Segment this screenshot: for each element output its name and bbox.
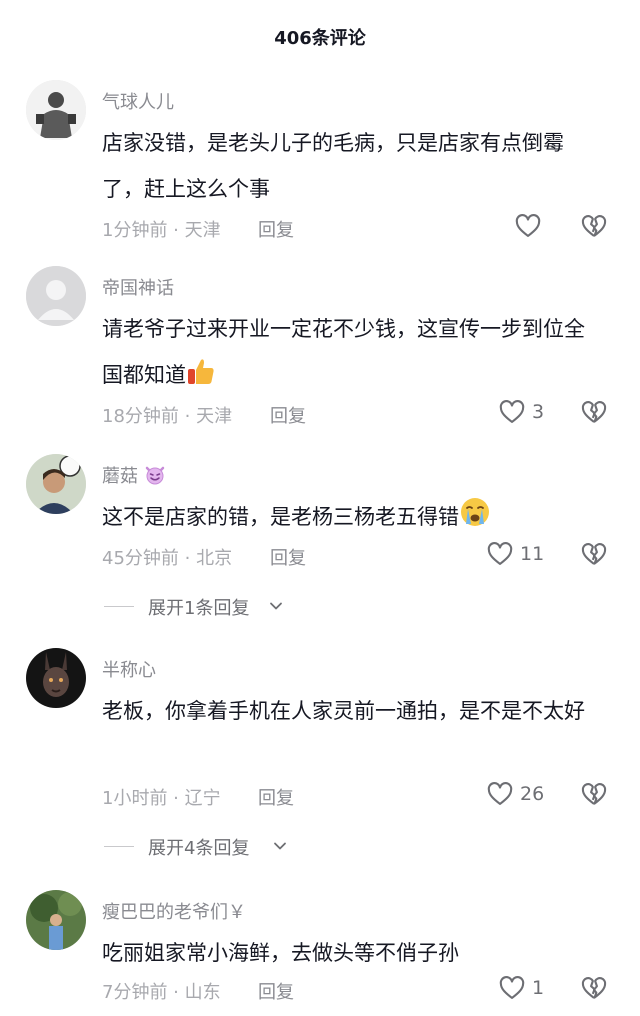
comment-item: 帝国神话 请老爷子过来开业一定花不少钱，这宣传一步到位全国都知道 18分钟前 ·…: [0, 266, 640, 436]
comment-meta: 45分钟前 · 北京: [102, 544, 232, 570]
comment-text: 这不是店家的错，是老杨三杨老五得错: [102, 494, 602, 544]
avatar[interactable]: [26, 890, 86, 950]
comment-item: 蘑菇 这不是店家的错，是老杨三杨老五得错 45分钟前 · 北京 回复 11 展开…: [0, 454, 640, 624]
avatar-image: [26, 454, 86, 514]
like-count: 3: [532, 401, 545, 423]
username[interactable]: 瘦巴巴的老爷们￥: [102, 898, 246, 924]
meta-separator: ·: [167, 788, 185, 809]
avatar-image: [26, 648, 86, 708]
like-button[interactable]: 11: [486, 540, 570, 570]
username[interactable]: 帝国神话: [102, 274, 174, 300]
comment-time: 45分钟前: [102, 548, 179, 569]
expand-replies-label: 展开4条回复: [148, 838, 250, 859]
heart-outline-icon: [487, 542, 513, 565]
like-count: 1: [532, 977, 545, 999]
heart-outline-icon: [499, 400, 525, 423]
expand-replies-label: 展开1条回复: [148, 598, 250, 619]
comment-location: 天津: [196, 406, 233, 427]
thumbs-up-emoji-icon: [186, 356, 216, 402]
broken-heart-icon: [581, 783, 607, 805]
expand-divider: [104, 606, 134, 607]
comment-text-body: 这不是店家的错，是老杨三杨老五得错: [102, 505, 459, 529]
like-count: 11: [520, 543, 545, 565]
comment-item: 气球人儿 店家没错，是老头儿子的毛病，只是店家有点倒霉了，赶上这么个事 1分钟前…: [0, 80, 640, 250]
expand-replies-button[interactable]: 展开1条回复: [104, 592, 364, 622]
like-button[interactable]: 3: [498, 398, 570, 428]
username[interactable]: 气球人儿: [102, 88, 174, 114]
comment-time: 18分钟前: [102, 406, 179, 427]
avatar-image: [26, 890, 86, 950]
dislike-button[interactable]: [580, 974, 610, 1004]
heart-outline-icon: [499, 976, 525, 999]
comment-meta: 7分钟前 · 山东: [102, 978, 221, 1004]
comments-count-title: 406条评论: [274, 28, 366, 49]
dislike-button[interactable]: [580, 540, 610, 570]
comment-location: 辽宁: [184, 788, 221, 809]
like-count: 26: [520, 783, 545, 805]
reply-button[interactable]: 回复: [258, 784, 294, 810]
comment-time: 1分钟前: [102, 220, 168, 241]
meta-separator: ·: [178, 406, 197, 427]
avatar[interactable]: [26, 80, 86, 140]
comment-text: 店家没错，是老头儿子的毛病，只是店家有点倒霉了，赶上这么个事: [102, 131, 564, 201]
expand-divider: [104, 846, 134, 847]
crying-face-emoji-icon: [459, 496, 491, 544]
meta-separator: ·: [167, 982, 185, 1003]
comment-meta: 18分钟前 · 天津: [102, 402, 232, 428]
comment-location: 北京: [196, 548, 233, 569]
devil-face-emoji-icon: [144, 464, 166, 491]
broken-heart-icon: [581, 215, 607, 237]
heart-outline-icon: [515, 214, 541, 237]
broken-heart-icon: [581, 977, 607, 999]
like-button[interactable]: [514, 212, 574, 242]
default-avatar-icon: [26, 266, 86, 326]
username-text: 蘑菇: [102, 466, 138, 487]
like-button[interactable]: 1: [498, 974, 570, 1004]
dislike-button[interactable]: [580, 212, 610, 242]
comment-text: 老板，你拿着手机在人家灵前一通拍，是不是不太好: [102, 699, 585, 723]
comment-meta: 1小时前 · 辽宁: [102, 784, 221, 810]
expand-replies-button[interactable]: 展开4条回复: [104, 832, 364, 862]
comment-location: 天津: [184, 220, 221, 241]
comment-location: 山东: [184, 982, 221, 1003]
reply-button[interactable]: 回复: [258, 978, 294, 1004]
comments-header: 406条评论: [0, 0, 640, 72]
heart-outline-icon: [487, 782, 513, 805]
chevron-down-icon: [274, 842, 286, 850]
dislike-button[interactable]: [580, 398, 610, 428]
reply-button[interactable]: 回复: [258, 216, 294, 242]
comment-time: 7分钟前: [102, 982, 168, 1003]
reply-button[interactable]: 回复: [270, 544, 306, 570]
broken-heart-icon: [581, 401, 607, 423]
meta-separator: ·: [167, 220, 185, 241]
comment-time: 1小时前: [102, 788, 168, 809]
comment-item: 半称心 老板，你拿着手机在人家灵前一通拍，是不是不太好 1小时前 · 辽宁 回复…: [0, 648, 640, 868]
reply-button[interactable]: 回复: [270, 402, 306, 428]
username[interactable]: 半称心: [102, 656, 156, 682]
username[interactable]: 蘑菇: [102, 462, 166, 491]
dislike-button[interactable]: [580, 780, 610, 810]
comment-item: 瘦巴巴的老爷们￥ 吃丽姐家常小海鲜，去做头等不俏子孙 7分钟前 · 山东 回复 …: [0, 890, 640, 1016]
comment-text: 请老爷子过来开业一定花不少钱，这宣传一步到位全国都知道: [102, 306, 602, 402]
chevron-down-icon: [270, 602, 282, 610]
meta-separator: ·: [178, 548, 197, 569]
like-button[interactable]: 26: [486, 780, 570, 810]
comment-meta: 1分钟前 · 天津: [102, 216, 221, 242]
avatar[interactable]: [26, 454, 86, 514]
broken-heart-icon: [581, 543, 607, 565]
avatar-image: [26, 80, 86, 140]
avatar[interactable]: [26, 266, 86, 326]
comment-text-body: 请老爷子过来开业一定花不少钱，这宣传一步到位全国都知道: [102, 317, 585, 387]
avatar[interactable]: [26, 648, 86, 708]
comment-text: 吃丽姐家常小海鲜，去做头等不俏子孙: [102, 941, 459, 965]
